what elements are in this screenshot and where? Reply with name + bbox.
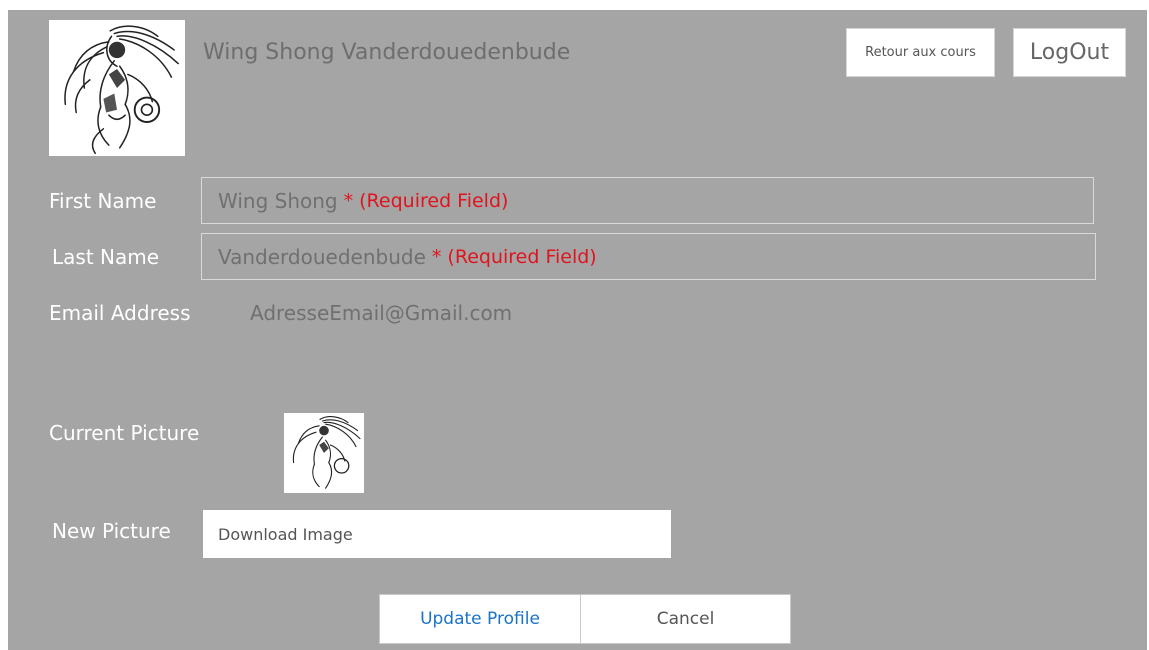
current-picture-thumbnail <box>284 413 364 493</box>
sketch-illustration-icon <box>49 20 185 156</box>
logout-button[interactable]: LogOut <box>1013 28 1126 77</box>
last-name-field[interactable]: Vanderdouedenbude * (Required Field) <box>201 233 1096 280</box>
back-to-courses-button[interactable]: Retour aux cours <box>846 28 995 77</box>
first-name-label: First Name <box>49 189 157 213</box>
update-profile-button[interactable]: Update Profile <box>379 594 581 644</box>
first-name-value: Wing Shong <box>218 188 338 213</box>
download-image-button[interactable]: Download Image <box>203 510 671 558</box>
cancel-button[interactable]: Cancel <box>580 594 791 644</box>
last-name-value: Vanderdouedenbude <box>218 244 426 269</box>
email-value: AdresseEmail@Gmail.com <box>250 301 513 325</box>
profile-user-name: Wing Shong Vanderdouedenbude <box>203 40 571 65</box>
sketch-illustration-icon <box>284 413 364 493</box>
profile-avatar <box>49 20 185 156</box>
last-name-label: Last Name <box>52 245 160 269</box>
current-picture-label: Current Picture <box>49 421 200 445</box>
email-label: Email Address <box>49 301 191 325</box>
first-name-field[interactable]: Wing Shong * (Required Field) <box>201 177 1094 224</box>
new-picture-label: New Picture <box>52 519 171 543</box>
last-name-required-note: * (Required Field) <box>431 245 597 268</box>
first-name-required-note: * (Required Field) <box>343 189 509 212</box>
